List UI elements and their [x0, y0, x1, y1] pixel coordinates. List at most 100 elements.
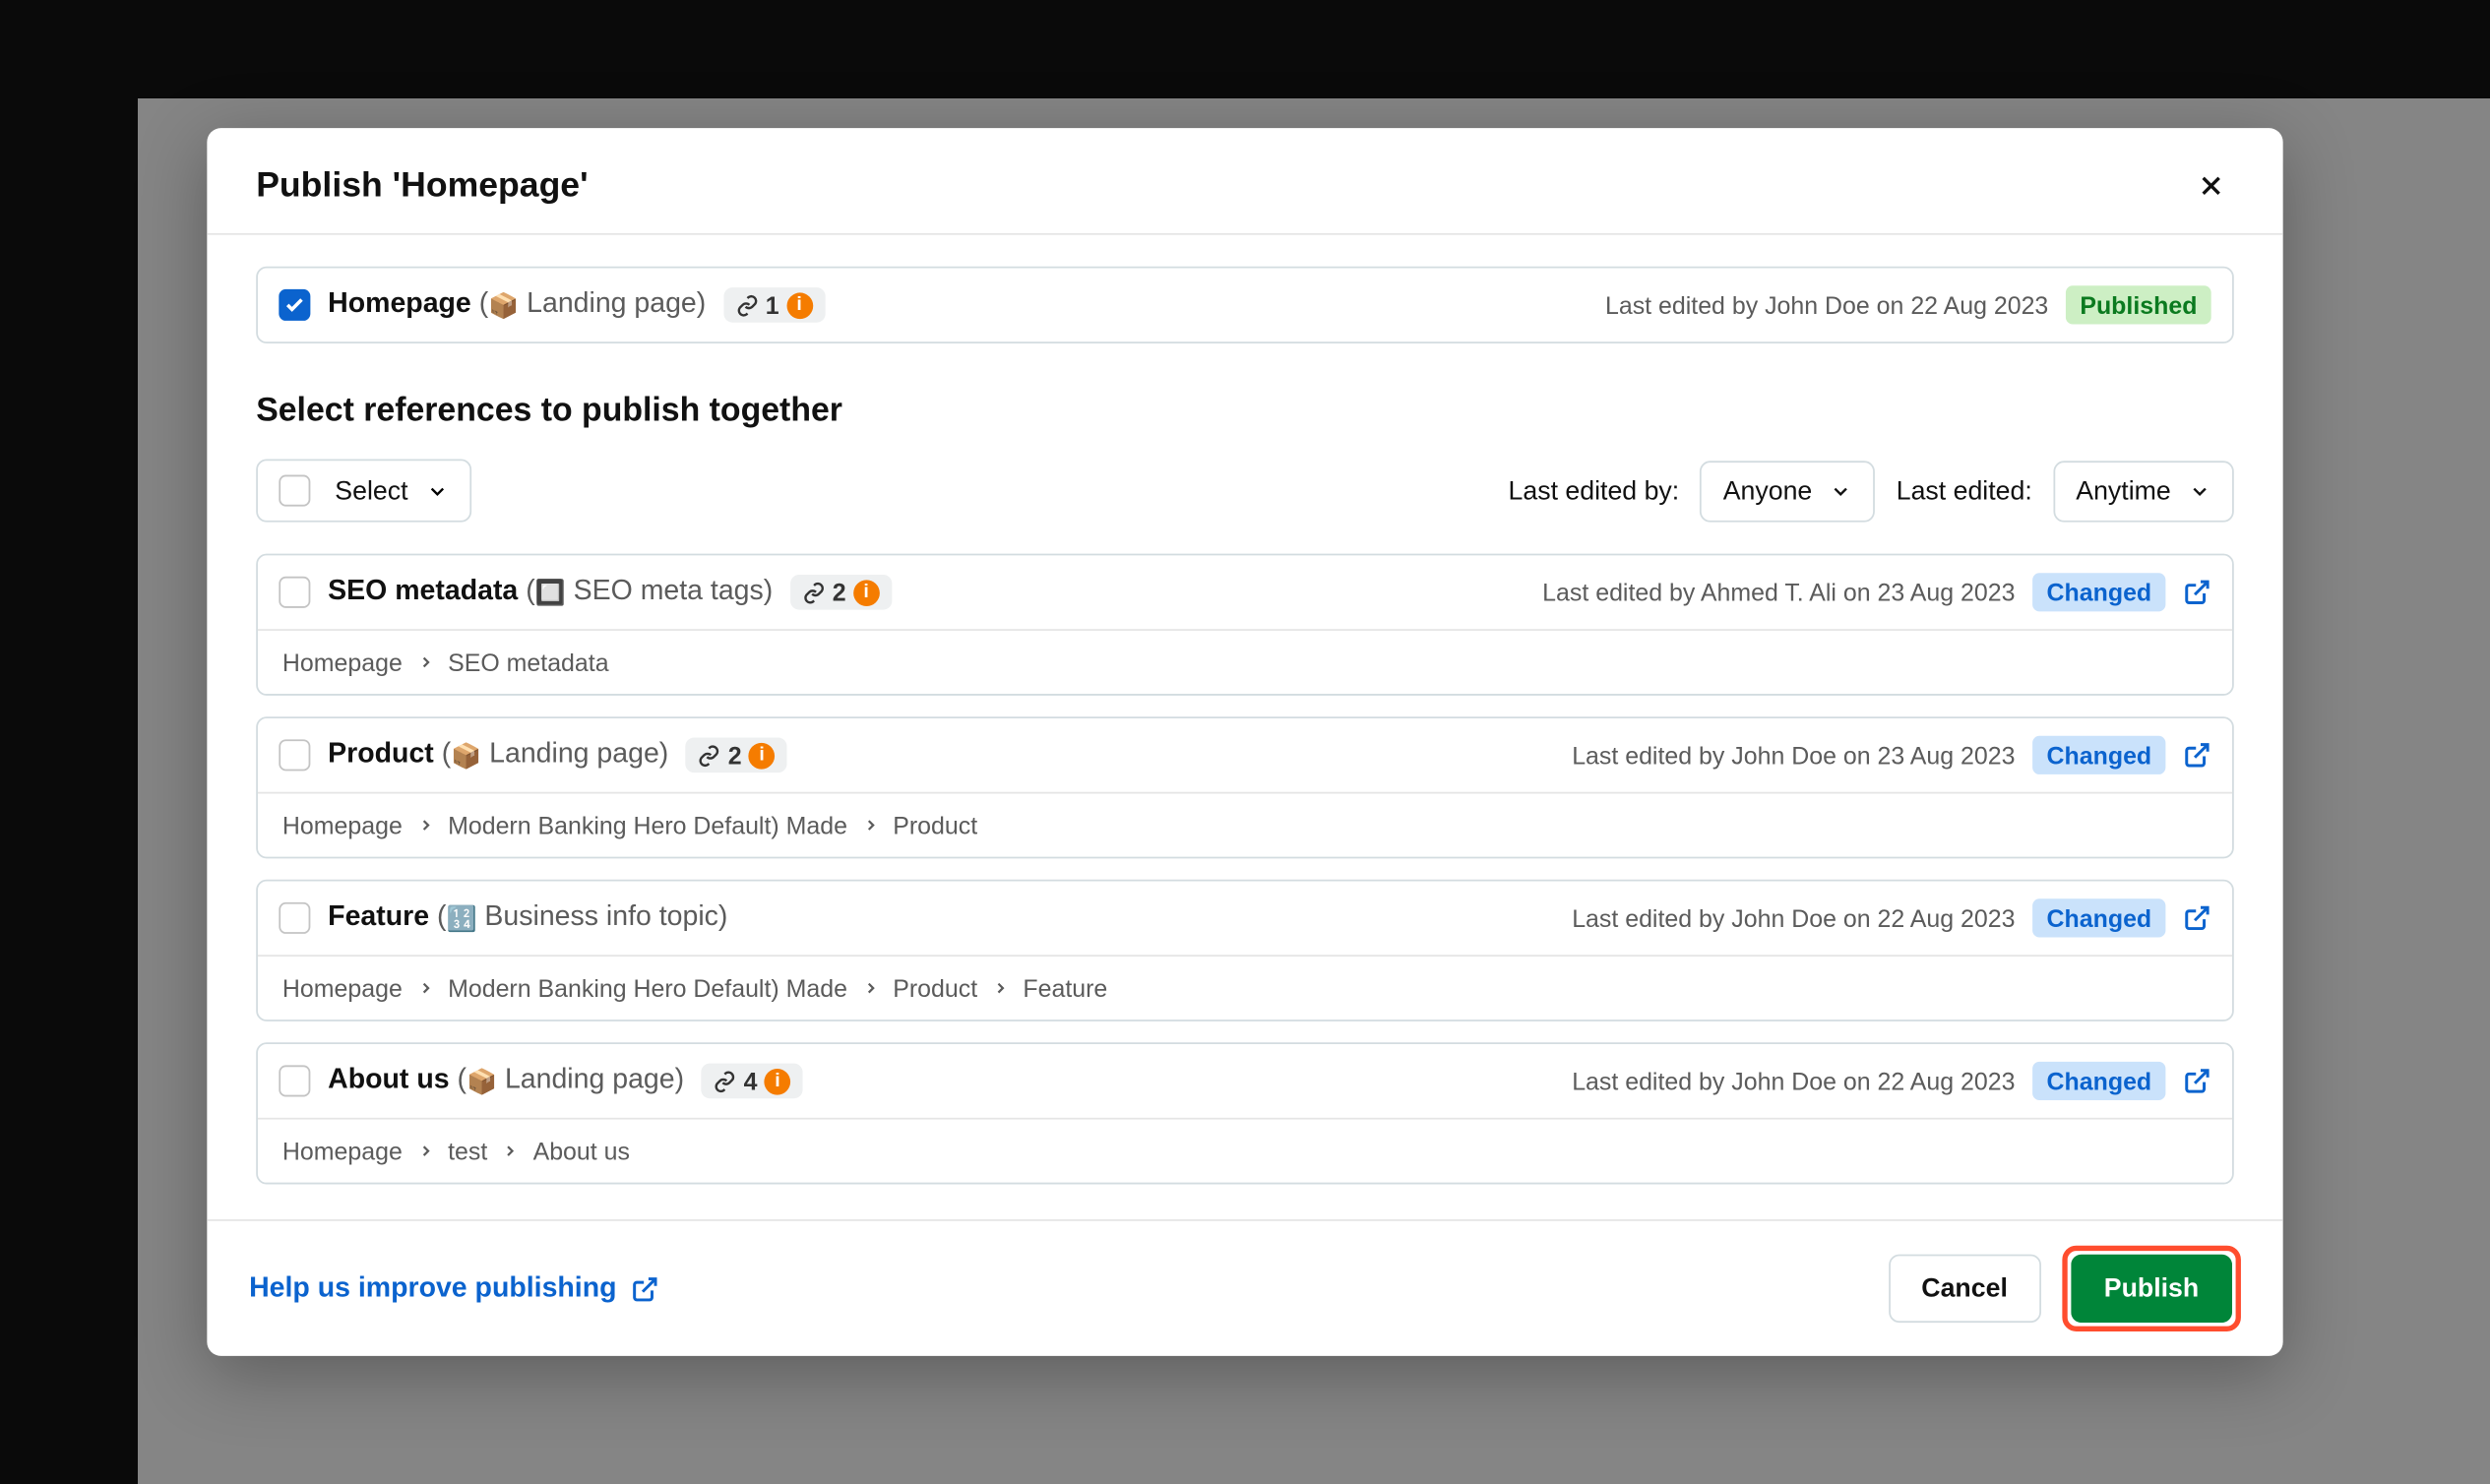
link-count-pill[interactable]: 1 i — [723, 287, 825, 323]
last-edited: Last edited by John Doe on 22 Aug 2023 — [1605, 291, 2048, 319]
type-label: Landing page — [527, 289, 697, 319]
link-icon — [736, 293, 759, 316]
filter-right: Last edited by: Anyone Last edited: Anyt… — [1509, 460, 2234, 521]
help-link-text: Help us improve publishing — [249, 1272, 616, 1304]
type-label: Business info topic — [484, 902, 717, 932]
breadcrumb-item[interactable]: Product — [893, 811, 977, 838]
type-icon: 🔲 — [535, 579, 566, 608]
breadcrumb-item[interactable]: Product — [893, 974, 977, 1002]
entry-right: Last edited by Ahmed T. Ali on 23 Aug 20… — [1542, 573, 2210, 611]
breadcrumb-chevron-icon — [416, 649, 434, 676]
breadcrumb-chevron-icon — [861, 811, 879, 838]
breadcrumb-item[interactable]: test — [448, 1137, 487, 1164]
link-count-pill[interactable]: 2 i — [790, 575, 892, 610]
reference-row: About us (📦 Landing page) 4 i Last edite… — [258, 1044, 2232, 1118]
breadcrumb-item[interactable]: Modern Banking Hero Default) Made — [448, 974, 847, 1002]
status-badge: Changed — [2032, 898, 2165, 937]
edited-when-label: Last edited: — [1897, 475, 2032, 505]
breadcrumb-item[interactable]: Homepage — [282, 649, 403, 676]
entry-left: Homepage (📦 Landing page) 1 i — [279, 287, 825, 323]
chevron-down-icon — [425, 479, 448, 502]
edited-by-value: Anyone — [1723, 475, 1813, 505]
cancel-button[interactable]: Cancel — [1888, 1255, 2040, 1323]
breadcrumb: Homepage test About us — [258, 1118, 2232, 1183]
open-entry-link[interactable] — [2183, 1067, 2210, 1094]
modal-title: Publish 'Homepage' — [256, 165, 588, 206]
breadcrumb-item[interactable]: SEO metadata — [448, 649, 608, 676]
entry-name: Homepage — [328, 289, 471, 319]
reference-row: SEO metadata (🔲 SEO meta tags) 2 i Last … — [258, 555, 2232, 629]
edited-by-label: Last edited by: — [1509, 475, 1680, 505]
breadcrumb-item[interactable]: Feature — [1023, 974, 1107, 1002]
reference-row: Product (📦 Landing page) 2 i Last edited… — [258, 718, 2232, 792]
info-icon: i — [765, 1068, 791, 1094]
edited-when-dropdown[interactable]: Anytime — [2053, 460, 2234, 521]
publish-modal: Publish 'Homepage' Homepage (📦 Landing p… — [207, 128, 2282, 1356]
link-count: 4 — [744, 1067, 758, 1094]
entry-name: SEO metadata — [328, 577, 518, 606]
info-icon: i — [786, 292, 813, 319]
help-link[interactable]: Help us improve publishing — [249, 1272, 658, 1304]
reference-checkbox[interactable] — [279, 902, 310, 934]
entry-right: Last edited by John Doe on 22 Aug 2023 P… — [1605, 285, 2211, 324]
breadcrumb-item[interactable]: About us — [533, 1137, 630, 1164]
type-icon: 📦 — [451, 741, 481, 771]
type-label: Landing page — [505, 1065, 675, 1094]
reference-card: SEO metadata (🔲 SEO meta tags) 2 i Last … — [256, 554, 2234, 696]
last-edited: Last edited by John Doe on 22 Aug 2023 — [1572, 1067, 2015, 1094]
reference-card: Product (📦 Landing page) 2 i Last edited… — [256, 716, 2234, 858]
main-entry-row: Homepage (📦 Landing page) 1 i Last edite… — [258, 269, 2232, 342]
entry-left: SEO metadata (🔲 SEO meta tags) 2 i — [279, 575, 892, 610]
references-section-title: Select references to publish together — [256, 393, 2234, 431]
edited-when-value: Anytime — [2076, 475, 2170, 505]
last-edited: Last edited by John Doe on 22 Aug 2023 — [1572, 904, 2015, 932]
link-count-pill[interactable]: 4 i — [702, 1064, 803, 1099]
breadcrumb: Homepage SEO metadata — [258, 629, 2232, 694]
last-edited: Last edited by Ahmed T. Ali on 23 Aug 20… — [1542, 579, 2015, 606]
breadcrumb-chevron-icon — [991, 974, 1009, 1002]
reference-card: About us (📦 Landing page) 4 i Last edite… — [256, 1042, 2234, 1184]
external-link-icon — [631, 1274, 658, 1302]
link-count: 2 — [728, 741, 742, 769]
breadcrumb-item[interactable]: Homepage — [282, 1137, 403, 1164]
reference-checkbox[interactable] — [279, 739, 310, 771]
entry-left: Product (📦 Landing page) 2 i — [279, 738, 787, 773]
entry-type: (🔢 Business info topic) — [437, 902, 727, 932]
entry-title: Feature (🔢 Business info topic) — [328, 902, 727, 934]
main-entry-checkbox[interactable] — [279, 289, 310, 321]
modal-footer: Help us improve publishing Cancel Publis… — [207, 1219, 2282, 1356]
type-label: SEO meta tags — [574, 577, 764, 606]
entry-right: Last edited by John Doe on 23 Aug 2023 C… — [1572, 736, 2210, 774]
reference-checkbox[interactable] — [279, 577, 310, 608]
breadcrumb-chevron-icon — [416, 1137, 434, 1164]
entry-right: Last edited by John Doe on 22 Aug 2023 C… — [1572, 1062, 2210, 1100]
chevron-down-icon — [1830, 479, 1852, 502]
type-icon: 🔢 — [446, 904, 476, 934]
breadcrumb-chevron-icon — [416, 974, 434, 1002]
breadcrumb-item[interactable]: Homepage — [282, 974, 403, 1002]
open-entry-link[interactable] — [2183, 741, 2210, 769]
open-entry-link[interactable] — [2183, 579, 2210, 606]
publish-button[interactable]: Publish — [2071, 1255, 2232, 1323]
entry-type: (📦 Landing page) — [458, 1065, 685, 1094]
close-button[interactable] — [2189, 163, 2234, 209]
breadcrumb-item[interactable]: Modern Banking Hero Default) Made — [448, 811, 847, 838]
status-badge: Published — [2066, 285, 2211, 324]
select-all-checkbox[interactable] — [279, 475, 310, 507]
edited-by-dropdown[interactable]: Anyone — [1701, 460, 1876, 521]
link-count-pill[interactable]: 2 i — [686, 738, 787, 773]
entry-title: SEO metadata (🔲 SEO meta tags) — [328, 577, 773, 608]
close-icon — [2196, 170, 2227, 202]
breadcrumb-item[interactable]: Homepage — [282, 811, 403, 838]
link-count: 1 — [766, 291, 779, 319]
info-icon: i — [749, 742, 776, 769]
reference-checkbox[interactable] — [279, 1065, 310, 1096]
breadcrumb-chevron-icon — [861, 974, 879, 1002]
breadcrumb: Homepage Modern Banking Hero Default) Mad… — [258, 792, 2232, 857]
last-edited: Last edited by John Doe on 23 Aug 2023 — [1572, 741, 2015, 769]
select-all-dropdown[interactable]: Select — [256, 460, 470, 523]
type-icon: 📦 — [467, 1067, 497, 1096]
open-entry-link[interactable] — [2183, 904, 2210, 932]
main-entry-card: Homepage (📦 Landing page) 1 i Last edite… — [256, 267, 2234, 343]
filter-left: Select — [256, 460, 470, 523]
